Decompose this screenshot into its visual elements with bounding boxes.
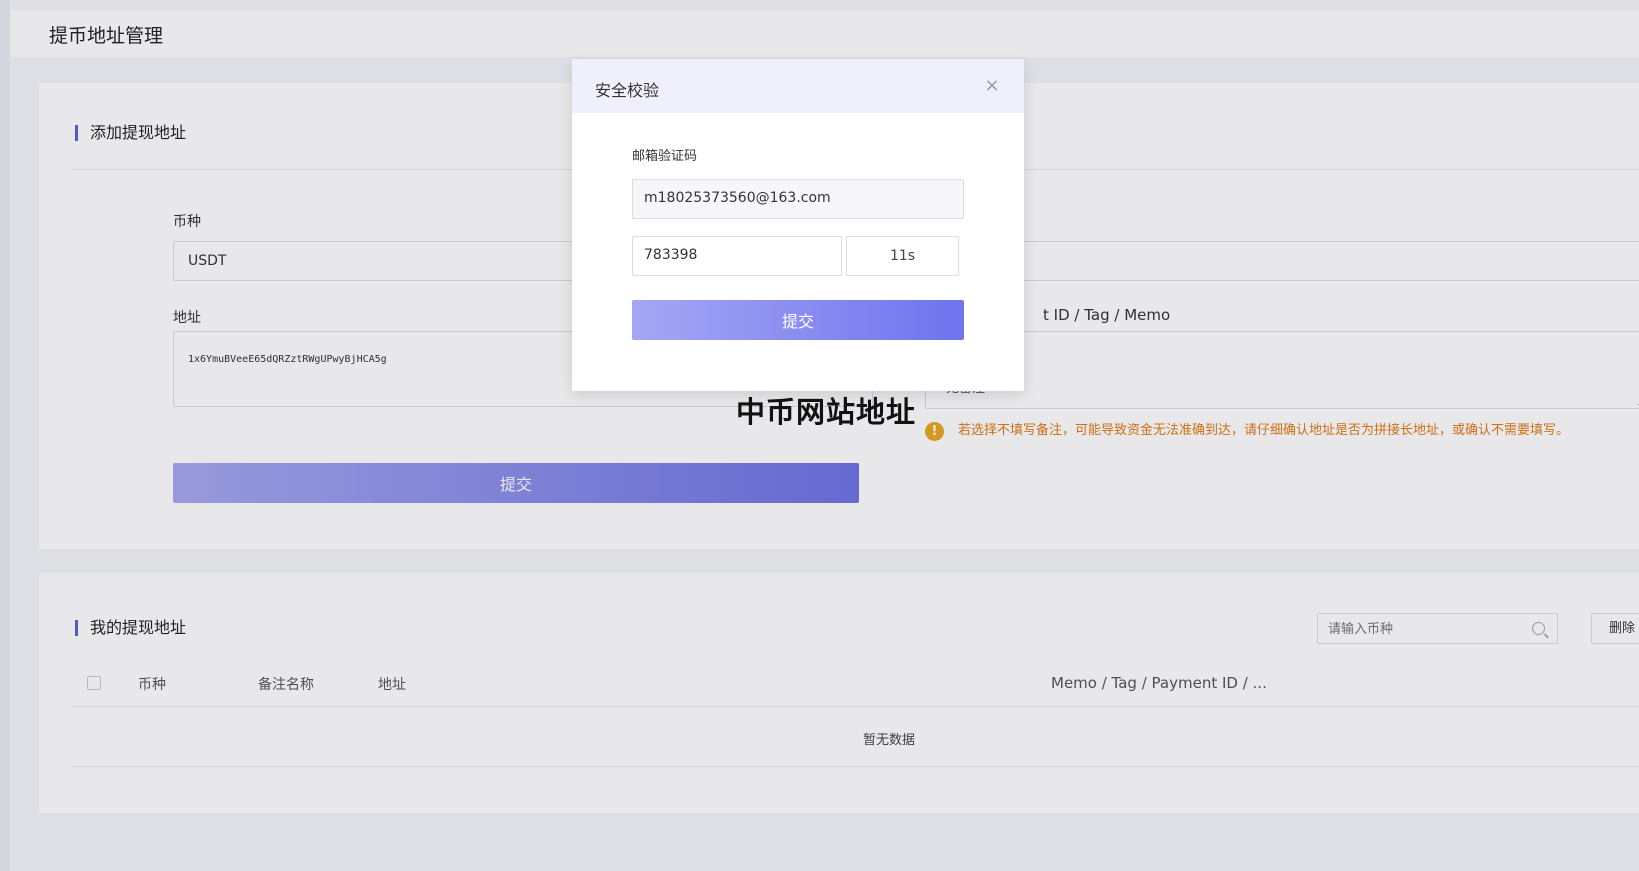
email-code-label: 邮箱验证码	[632, 149, 698, 164]
page: 提币地址管理 添加提现地址 币种 USDT 地址 1x6YmuBVeeE65dQ…	[0, 0, 1639, 871]
close-icon[interactable]: ×	[982, 76, 1002, 96]
email-field[interactable]: m18025373560@163.com	[632, 179, 964, 219]
verification-code-value: 783398	[644, 247, 698, 263]
verification-code-input[interactable]: 783398	[632, 236, 842, 276]
modal-submit-button[interactable]: 提交	[632, 300, 964, 340]
modal-title: 安全校验	[595, 81, 660, 100]
resend-countdown-button[interactable]: 11s	[846, 236, 959, 276]
watermark-text: 中币网站地址	[736, 395, 917, 429]
email-value: m18025373560@163.com	[644, 190, 831, 206]
security-check-modal: 安全校验 × 邮箱验证码 m18025373560@163.com 783398…	[572, 59, 1024, 391]
modal-header: 安全校验 ×	[572, 59, 1024, 113]
